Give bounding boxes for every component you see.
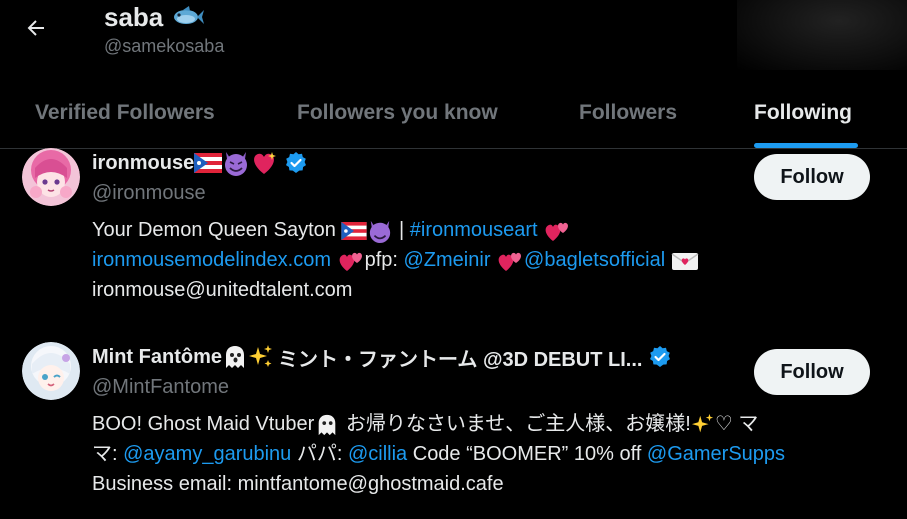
love-letter-icon bbox=[671, 252, 699, 270]
following-page: saba @samekosaba Verified Followers Foll… bbox=[0, 0, 907, 519]
avatar[interactable] bbox=[22, 342, 80, 400]
sparkling-heart-icon bbox=[254, 152, 277, 174]
mention-link[interactable]: @cillia bbox=[348, 443, 407, 465]
bio-line: ironmousemodelindex.com pfp: @Zmeinir @b… bbox=[92, 245, 892, 275]
verified-badge-icon bbox=[650, 346, 671, 367]
user-display-name: Mint Fantôme bbox=[92, 345, 222, 368]
two-hearts-icon bbox=[339, 252, 362, 271]
page-title: saba bbox=[104, 0, 224, 34]
bio-text: | bbox=[393, 219, 410, 241]
tab-following[interactable]: Following bbox=[754, 78, 852, 148]
ghost-icon bbox=[319, 414, 336, 435]
bio-text: pfp: bbox=[364, 249, 404, 271]
bio-line: BOO! Ghost Maid Vtuber お帰りなさいませ、ご主人様、お嬢様… bbox=[92, 409, 892, 439]
tab-verified-followers[interactable]: Verified Followers bbox=[35, 78, 215, 148]
mention-link[interactable]: @bagletsofficial bbox=[524, 249, 665, 271]
bio-text: Your Demon Queen Sayton bbox=[92, 219, 342, 241]
bio-text: Code “BOOMER” 10% off bbox=[407, 443, 647, 465]
user-handle: @ironmouse bbox=[92, 182, 206, 204]
user-cell[interactable]: ironmouse @ironmouse Follow Your Demon Q… bbox=[0, 148, 907, 320]
title-block: saba @samekosaba bbox=[104, 0, 224, 57]
bio-line: ironmouse@unitedtalent.com bbox=[92, 275, 892, 305]
avatar-image bbox=[22, 148, 80, 206]
ghost-icon bbox=[226, 346, 244, 368]
sparkles-icon bbox=[691, 413, 713, 433]
mention-link[interactable]: @GamerSupps bbox=[647, 443, 785, 465]
back-button[interactable] bbox=[18, 10, 54, 46]
bio-text: ♡ マ bbox=[714, 413, 759, 435]
two-hearts-icon bbox=[545, 222, 569, 241]
tab-label: Verified Followers bbox=[35, 101, 215, 124]
profile-header: saba @samekosaba bbox=[0, 0, 907, 80]
bio-text: お帰りなさいませ、ご主人様、お嬢様! bbox=[340, 413, 691, 435]
verified-badge-icon bbox=[286, 152, 307, 173]
mention-link[interactable]: @Zmeinir bbox=[404, 249, 491, 271]
user-name-line[interactable]: Mint Fantôme ミント・ファントーム @3D DEBUT LI... bbox=[92, 342, 672, 372]
puerto-rico-flag-icon bbox=[194, 153, 223, 173]
avatar[interactable] bbox=[22, 148, 80, 206]
tab-label: Followers bbox=[579, 101, 678, 124]
website-link[interactable]: ironmousemodelindex.com bbox=[92, 249, 331, 271]
puerto-rico-flag-icon bbox=[341, 221, 368, 240]
user-bio: Your Demon Queen Sayton | #ironmouseart bbox=[92, 215, 892, 305]
user-bio: BOO! Ghost Maid Vtuber お帰りなさいませ、ご主人様、お嬢様… bbox=[92, 409, 892, 499]
fish-icon bbox=[174, 6, 205, 24]
bio-text: ironmouse@unitedtalent.com bbox=[92, 279, 353, 301]
bio-line: Your Demon Queen Sayton | #ironmouseart bbox=[92, 215, 892, 245]
bio-text: パパ: bbox=[291, 443, 348, 465]
two-hearts-icon bbox=[498, 252, 522, 271]
hashtag-link[interactable]: #ironmouseart bbox=[410, 219, 538, 241]
bio-text: Business email: mintfantome@ghostmaid.ca… bbox=[92, 473, 504, 495]
smiling-devil-icon bbox=[225, 152, 248, 176]
bio-text: マ: bbox=[92, 443, 124, 465]
follow-button[interactable]: Follow bbox=[754, 154, 870, 200]
bio-line: Business email: mintfantome@ghostmaid.ca… bbox=[92, 469, 892, 499]
user-display-name: ironmouse bbox=[92, 151, 195, 174]
tab-followers-you-know[interactable]: Followers you know bbox=[297, 78, 498, 148]
mention-link[interactable]: @ayamy_garubinu bbox=[123, 443, 291, 465]
tab-followers[interactable]: Followers bbox=[579, 78, 677, 148]
header-banner-blur bbox=[737, 0, 907, 70]
follow-button[interactable]: Follow bbox=[754, 349, 870, 395]
tab-bar: Verified Followers Followers you know Fo… bbox=[0, 78, 907, 149]
smiling-devil-icon bbox=[370, 220, 391, 243]
bio-line: マ: @ayamy_garubinu パパ: @cillia Code “BOO… bbox=[92, 439, 892, 469]
user-handle: @MintFantome bbox=[92, 376, 230, 398]
user-name-line[interactable]: ironmouse bbox=[92, 148, 308, 178]
sparkles-icon bbox=[249, 345, 272, 367]
profile-name: saba bbox=[104, 2, 164, 32]
tab-label: Following bbox=[754, 101, 852, 124]
user-display-name-jp: ミント・ファントーム @3D DEBUT LI... bbox=[278, 348, 643, 371]
user-cell[interactable]: Mint Fantôme ミント・ファントーム @3D DEBUT LI... … bbox=[0, 342, 907, 514]
profile-handle: @samekosaba bbox=[104, 36, 225, 56]
bio-text: BOO! Ghost Maid Vtuber bbox=[92, 413, 315, 435]
avatar-image bbox=[22, 342, 80, 400]
back-arrow-icon bbox=[27, 20, 44, 36]
tab-label: Followers you know bbox=[297, 101, 498, 124]
